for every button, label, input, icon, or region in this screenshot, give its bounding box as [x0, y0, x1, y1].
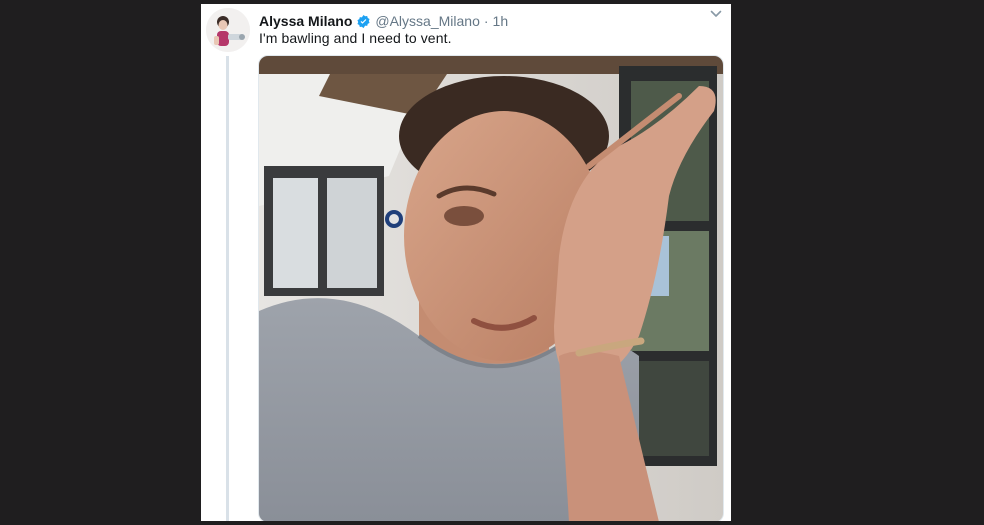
verified-badge-icon: [356, 14, 371, 29]
avatar[interactable]: [206, 8, 250, 52]
screenshot-stage: Alyssa Milano @Alyssa_Milano · 1h I'm ba…: [0, 0, 984, 525]
tweet-media-video-still[interactable]: [258, 55, 724, 521]
chevron-down-icon[interactable]: [709, 7, 723, 21]
user-handle[interactable]: @Alyssa_Milano: [375, 13, 479, 29]
tweet-header: Alyssa Milano @Alyssa_Milano · 1h: [259, 10, 725, 32]
thread-line: [226, 56, 229, 521]
tweet-timestamp[interactable]: 1h: [493, 13, 509, 29]
tweet-card[interactable]: Alyssa Milano @Alyssa_Milano · 1h I'm ba…: [201, 4, 731, 521]
display-name[interactable]: Alyssa Milano: [259, 13, 352, 29]
tweet-text: I'm bawling and I need to vent.: [259, 30, 452, 46]
meta-separator: ·: [483, 13, 489, 29]
